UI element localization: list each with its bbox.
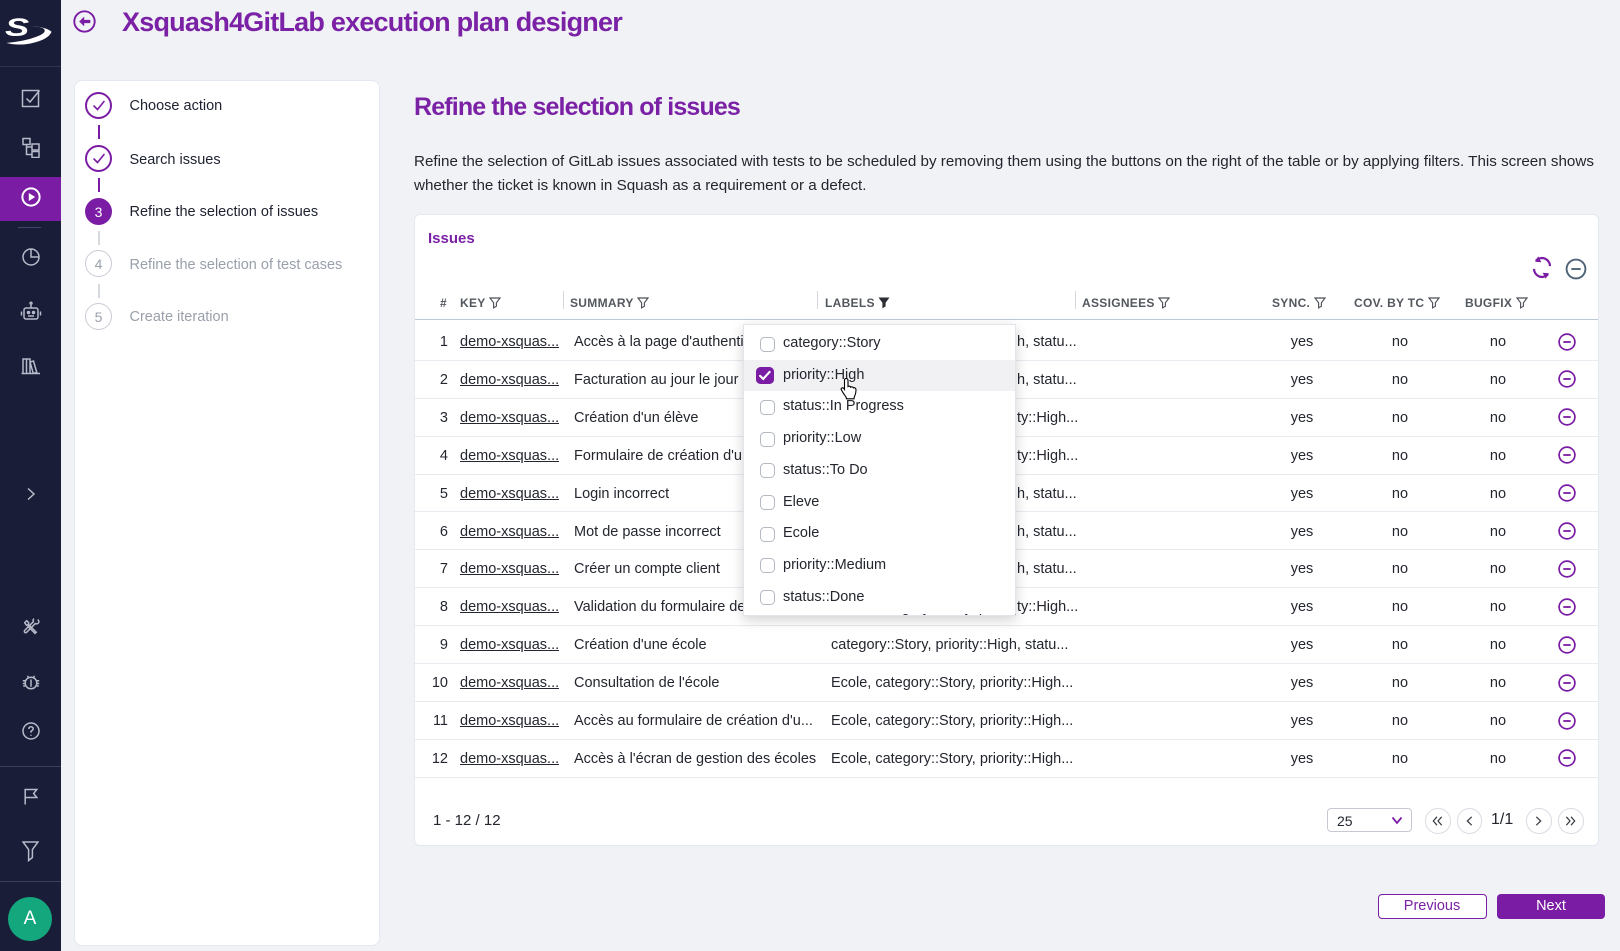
svg-text:S: S bbox=[5, 14, 29, 42]
